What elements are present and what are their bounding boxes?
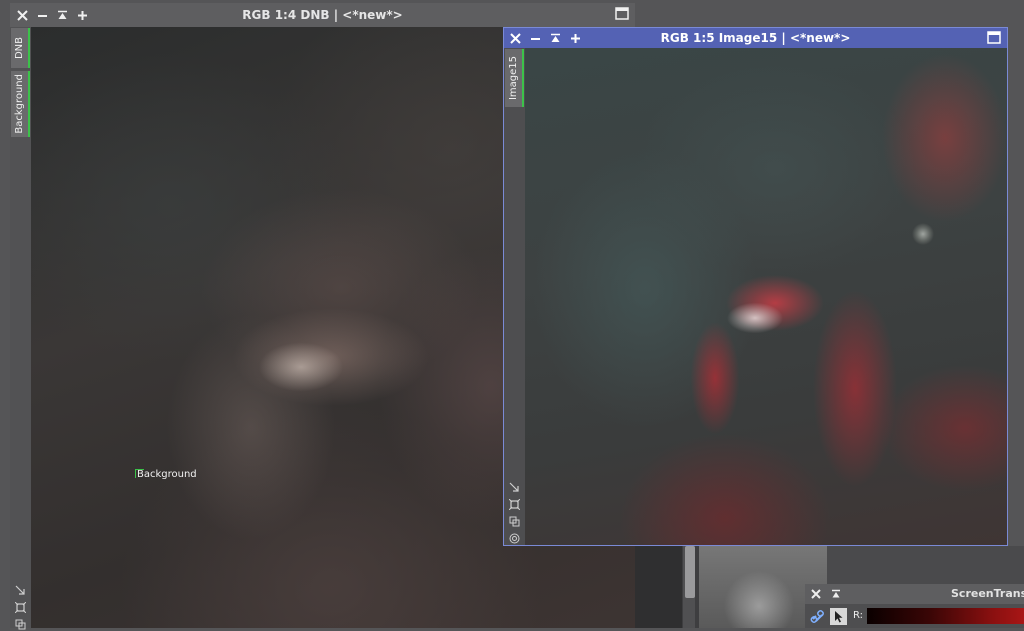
- view-selector-strip: Image15: [504, 48, 525, 545]
- screen-transfer-controls: R:: [805, 604, 1024, 628]
- shade-icon[interactable]: [827, 585, 845, 603]
- minimize-icon[interactable]: [33, 6, 51, 24]
- expand-icon[interactable]: [73, 6, 91, 24]
- window-title: RGB 1:4 DNB | <*new*>: [242, 8, 403, 22]
- red-channel-histogram[interactable]: [867, 608, 1024, 624]
- screen-transfer-titlebar[interactable]: ScreenTransfe: [805, 584, 1024, 604]
- tab-background[interactable]: Background: [11, 71, 30, 137]
- view-selector-strip: DNB Background: [10, 27, 31, 631]
- maximize-icon[interactable]: [615, 7, 629, 23]
- preview-label: Background: [137, 469, 197, 480]
- clone-view-icon[interactable]: [507, 514, 521, 528]
- fit-view-icon[interactable]: [507, 497, 521, 511]
- window-image15-titlebar[interactable]: RGB 1:5 Image15 | <*new*>: [504, 28, 1007, 48]
- clone-view-icon[interactable]: [13, 617, 27, 631]
- window-background-image: [635, 546, 827, 628]
- background-pane: [827, 546, 1024, 584]
- scrollbar-thumb[interactable]: [685, 546, 695, 598]
- tab-label: DNB: [14, 36, 25, 60]
- minimize-icon[interactable]: [526, 29, 544, 47]
- window-dnb-titlebar[interactable]: RGB 1:4 DNB | <*new*>: [10, 3, 635, 27]
- fit-view-icon[interactable]: [13, 600, 27, 614]
- maximize-icon[interactable]: [987, 31, 1001, 47]
- link-icon[interactable]: [809, 608, 826, 625]
- image-canvas-image15[interactable]: [525, 48, 1007, 545]
- zoom-to-fit-icon[interactable]: [13, 583, 27, 597]
- target-icon[interactable]: [507, 531, 521, 545]
- shade-icon[interactable]: [53, 6, 71, 24]
- view-tools: [507, 480, 521, 545]
- view-tools: [13, 583, 27, 631]
- image-strip: [635, 546, 682, 628]
- shade-icon[interactable]: [546, 29, 564, 47]
- tab-label: Background: [14, 74, 25, 134]
- window-title: ScreenTransfe: [951, 587, 1024, 600]
- tab-dnb[interactable]: DNB: [11, 28, 30, 68]
- close-icon[interactable]: [807, 585, 825, 603]
- pointer-icon[interactable]: [830, 608, 847, 625]
- window-screen-transfer: ScreenTransfe R:: [805, 584, 1024, 628]
- zoom-to-fit-icon[interactable]: [507, 480, 521, 494]
- close-icon[interactable]: [506, 29, 524, 47]
- expand-icon[interactable]: [566, 29, 584, 47]
- tab-label: Image15: [508, 55, 519, 101]
- window-image15: RGB 1:5 Image15 | <*new*> Image15: [503, 27, 1008, 546]
- close-icon[interactable]: [13, 6, 31, 24]
- tab-image15[interactable]: Image15: [505, 49, 524, 107]
- channel-label: R:: [853, 610, 864, 621]
